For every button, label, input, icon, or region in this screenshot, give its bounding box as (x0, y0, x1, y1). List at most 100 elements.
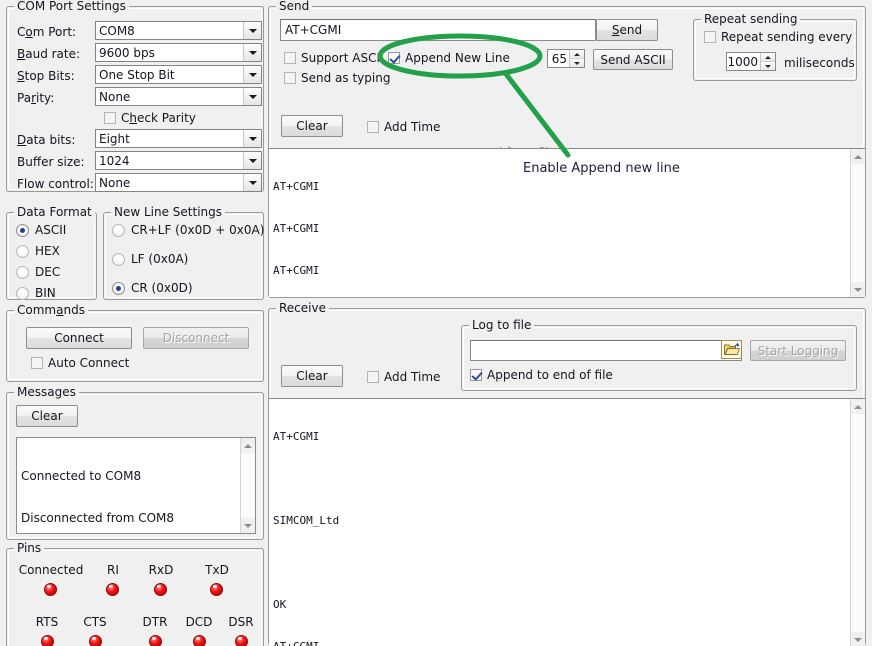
data-bits-select[interactable]: Eight (95, 129, 262, 148)
append-new-line-checkbox[interactable]: Append New Line (388, 51, 510, 65)
com-port-settings-legend: COM Port Settings (14, 0, 129, 13)
repeat-interval-spinner[interactable]: 1000 (726, 52, 776, 71)
baud-rate-select[interactable]: 9600 bps (95, 43, 262, 62)
repeat-sending-every-checkbox[interactable]: Repeat sending every (704, 30, 852, 44)
chevron-down-icon[interactable] (243, 66, 261, 83)
scroll-up-icon[interactable] (851, 149, 865, 164)
auto-connect-checkbox[interactable]: Auto Connect (31, 356, 129, 370)
send-legend: Send (276, 0, 312, 13)
radio-data-format-dec[interactable]: DEC (16, 265, 60, 279)
connect-button[interactable]: Connect (26, 327, 132, 349)
radio-label: CR+LF (0x0D + 0x0A) (131, 223, 264, 237)
spinner-down-icon[interactable] (761, 62, 775, 70)
scrollbar-track[interactable] (851, 414, 865, 632)
stop-bits-label: Stop Bits: (17, 69, 75, 83)
disconnect-button[interactable]: Disconnect (143, 327, 249, 349)
scroll-up-icon[interactable] (241, 438, 255, 453)
support-ascii-checkbox[interactable]: Support ASCII (284, 51, 384, 65)
receive-clear-button[interactable]: Clear (281, 365, 343, 387)
parity-select[interactable]: None (95, 87, 262, 106)
pin-label-rxd: RxD (137, 563, 185, 577)
radio-data-format-bin[interactable]: BIN (16, 286, 56, 300)
send-ascii-button[interactable]: Send ASCII (593, 49, 673, 70)
send-add-time-checkbox[interactable]: Add Time (367, 120, 440, 134)
radio-data-format-hex[interactable]: HEX (16, 244, 60, 258)
chevron-down-icon[interactable] (243, 44, 261, 61)
receive-log-line: AT+CGMI (273, 640, 865, 646)
com-port-select[interactable]: COM8 (95, 21, 262, 40)
messages-group: Messages Clear Connected to COM8 Disconn… (6, 392, 264, 540)
parity-value: None (99, 90, 243, 104)
message-line: Connected to COM8 (21, 469, 255, 483)
spinner-down-icon[interactable] (570, 59, 584, 67)
send-as-typing-checkbox[interactable]: Send as typing (284, 71, 390, 85)
new-line-settings-group: New Line Settings CR+LF (0x0D + 0x0A) LF… (103, 212, 264, 300)
auto-connect-label: Auto Connect (48, 356, 129, 370)
data-bits-label: Data bits: (17, 133, 75, 147)
chevron-down-icon[interactable] (243, 174, 261, 191)
ascii-code-spinner[interactable]: 65 (547, 49, 585, 68)
spinner-buttons[interactable] (760, 53, 775, 70)
pin-led-dcd (193, 635, 206, 646)
stop-bits-select[interactable]: One Stop Bit (95, 65, 262, 84)
messages-log[interactable]: Connected to COM8 Disconnected from COM8 (16, 437, 256, 534)
send-ascii-label: Send ASCII (600, 53, 665, 67)
messages-scrollbar[interactable] (240, 438, 255, 533)
radio-label: ASCII (35, 223, 66, 237)
scroll-down-icon[interactable] (851, 632, 865, 646)
scroll-down-icon[interactable] (851, 282, 865, 297)
send-button[interactable]: Send (596, 19, 658, 41)
pins-group: Pins Connected RI RxD TxD RTS CTS DTR DC… (6, 548, 264, 646)
scrollbar-track[interactable] (851, 164, 865, 282)
send-log-scrollbar[interactable] (850, 149, 865, 297)
pin-led-txd (210, 583, 223, 596)
baud-rate-value: 9600 bps (99, 46, 243, 60)
buffer-size-select[interactable]: 1024 (95, 151, 262, 170)
start-logging-label: Start Logging (758, 344, 839, 358)
chevron-down-icon[interactable] (243, 22, 261, 39)
radio-circle (16, 287, 29, 300)
chevron-down-icon[interactable] (243, 130, 261, 147)
checkbox-box (470, 369, 482, 381)
pin-led-dsr (235, 635, 248, 646)
check-parity-checkbox[interactable]: Check Parity (104, 111, 196, 125)
chevron-down-icon[interactable] (243, 152, 261, 169)
chevron-down-icon[interactable] (243, 88, 261, 105)
log-to-file-browse-button[interactable] (721, 340, 742, 359)
scrollbar-track[interactable] (241, 453, 255, 518)
log-to-file-path-input[interactable] (470, 340, 742, 361)
send-clear-button[interactable]: Clear (281, 115, 343, 137)
spinner-up-icon[interactable] (570, 50, 584, 59)
spinner-up-icon[interactable] (761, 53, 775, 62)
com-port-label: Com Port: (17, 25, 76, 39)
radio-newline-cr[interactable]: CR (0x0D) (112, 281, 193, 295)
receive-log[interactable]: AT+CGMI SIMCOM_Ltd OK AT+CGMI SIMCOM_Ltd… (269, 398, 865, 646)
stop-bits-value: One Stop Bit (99, 68, 243, 82)
receive-add-time-checkbox[interactable]: Add Time (367, 370, 440, 384)
checkbox-box (104, 112, 116, 124)
send-command-input[interactable]: AT+CGMI (280, 19, 596, 41)
append-new-line-label: Append New Line (405, 51, 510, 65)
radio-data-format-ascii[interactable]: ASCII (16, 223, 66, 237)
com-port-settings-group: COM Port Settings Com Port: COM8 Baud ra… (6, 6, 264, 192)
radio-newline-crlf[interactable]: CR+LF (0x0D + 0x0A) (112, 223, 264, 237)
pins-legend: Pins (14, 541, 44, 555)
radio-newline-lf[interactable]: LF (0x0A) (112, 252, 188, 266)
repeat-units-label: miliseconds (784, 56, 855, 70)
annotation-text: Enable Append new line (523, 161, 680, 176)
checkbox-box (704, 31, 716, 43)
send-command-value: AT+CGMI (285, 23, 341, 37)
data-format-legend: Data Format (14, 205, 95, 219)
start-logging-button[interactable]: Start Logging (750, 340, 846, 361)
send-as-typing-label: Send as typing (301, 71, 390, 85)
receive-add-time-label: Add Time (384, 370, 440, 384)
receive-log-scrollbar[interactable] (850, 399, 865, 646)
messages-legend: Messages (14, 385, 79, 399)
messages-clear-button[interactable]: Clear (16, 405, 78, 427)
spinner-buttons[interactable] (569, 50, 584, 67)
scroll-down-icon[interactable] (241, 518, 255, 533)
flow-control-select[interactable]: None (95, 173, 262, 192)
append-to-end-of-file-checkbox[interactable]: Append to end of file (470, 368, 613, 382)
radio-label: LF (0x0A) (131, 252, 188, 266)
scroll-up-icon[interactable] (851, 399, 865, 414)
